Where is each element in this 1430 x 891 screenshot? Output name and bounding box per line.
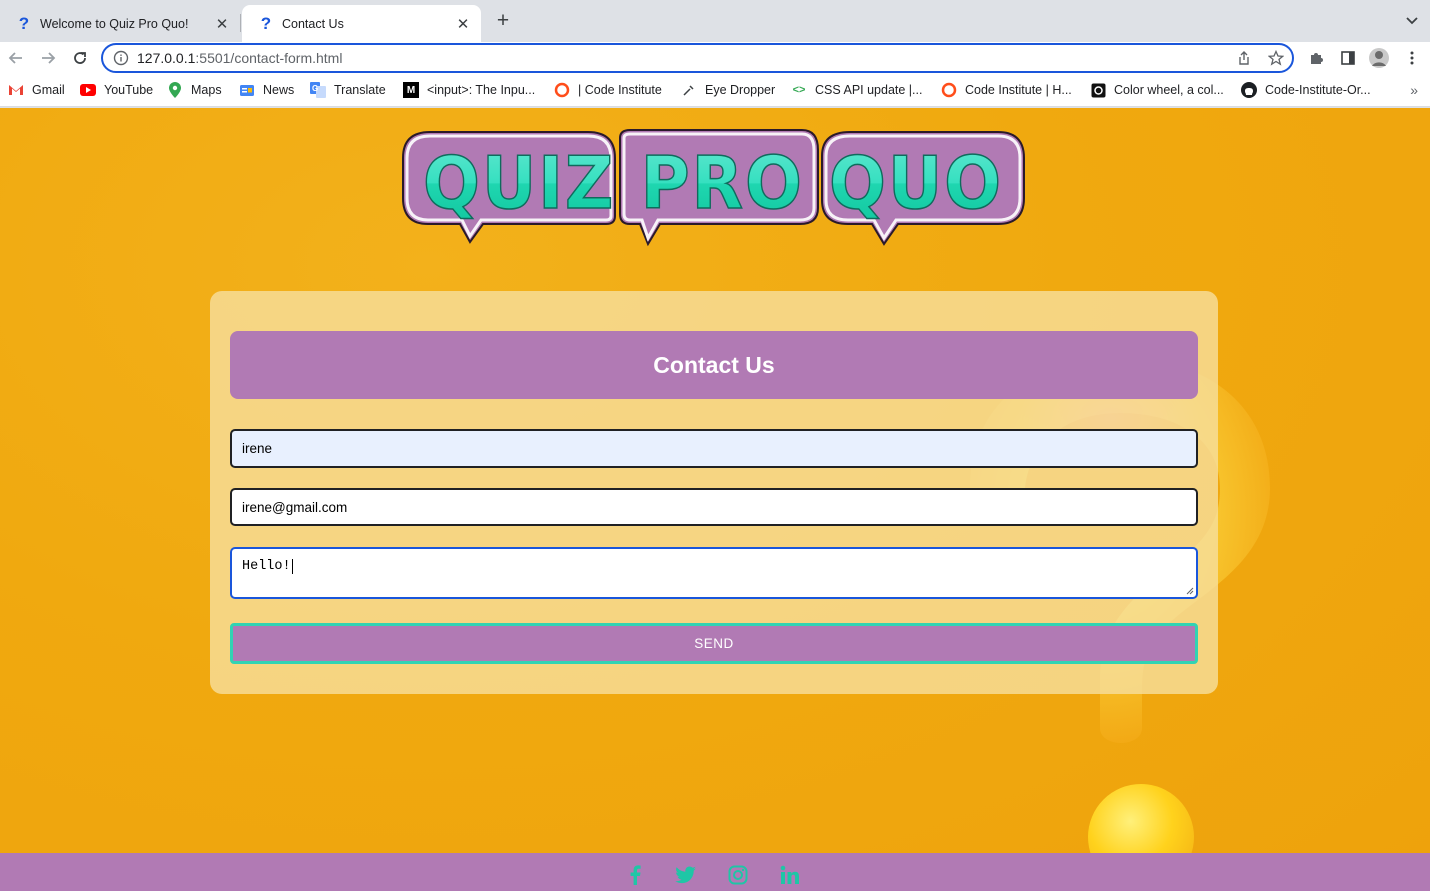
tab-welcome[interactable]: ? Welcome to Quiz Pro Quo! ✕ bbox=[0, 5, 240, 42]
send-button[interactable]: SEND bbox=[230, 623, 1198, 664]
more-bookmarks-chevron-icon[interactable]: » bbox=[1410, 82, 1418, 98]
page-title: Contact Us bbox=[653, 351, 775, 378]
question-mark-icon: ? bbox=[260, 13, 272, 33]
bookmark-label: <input>: The Inpu... bbox=[427, 83, 536, 97]
close-tab-icon[interactable]: ✕ bbox=[214, 15, 230, 33]
browser-menu-kebab-icon[interactable] bbox=[1400, 46, 1424, 70]
tab-contact-us[interactable]: ? Contact Us ✕ bbox=[242, 5, 481, 42]
bookmark-label: | Code Institute bbox=[578, 83, 662, 97]
text-caret bbox=[291, 559, 293, 574]
bookmark-label: Code Institute | H... bbox=[965, 83, 1072, 97]
bookmark-label: Translate bbox=[334, 83, 386, 97]
side-panel-icon[interactable] bbox=[1336, 46, 1360, 70]
mdn-icon: M bbox=[403, 82, 419, 98]
bookmark-color-wheel[interactable]: Color wheel, a col... bbox=[1090, 82, 1224, 98]
contact-form: Contact Us irene irene@gmail.com Hello! … bbox=[210, 291, 1218, 694]
tab-title: Contact Us bbox=[282, 16, 344, 31]
tab-title: Welcome to Quiz Pro Quo! bbox=[40, 16, 189, 31]
reload-icon[interactable] bbox=[68, 46, 92, 70]
twitter-icon[interactable] bbox=[674, 863, 698, 887]
extensions-puzzle-icon[interactable] bbox=[1304, 46, 1328, 70]
color-wheel-icon bbox=[1090, 82, 1106, 98]
bookmark-translate[interactable]: G Translate bbox=[310, 82, 386, 98]
back-arrow-icon[interactable] bbox=[4, 46, 28, 70]
translate-icon: G bbox=[310, 82, 326, 98]
bookmark-news[interactable]: News bbox=[239, 82, 294, 98]
bookmark-label: YouTube bbox=[104, 83, 154, 97]
bookmark-gmail[interactable]: Gmail bbox=[8, 82, 65, 98]
bookmark-label: Code-Institute-Or... bbox=[1265, 83, 1371, 97]
bookmark-star-icon[interactable] bbox=[1267, 49, 1285, 71]
question-mark-icon: ? bbox=[18, 13, 30, 33]
bookmark-github-code-institute[interactable]: Code-Institute-Or... bbox=[1241, 82, 1371, 98]
bookmark-label: Maps bbox=[191, 83, 222, 97]
gmail-icon bbox=[8, 82, 24, 98]
bookmark-maps[interactable]: Maps bbox=[167, 82, 222, 98]
bookmark-label: Gmail bbox=[32, 83, 65, 97]
new-tab-plus-icon[interactable]: + bbox=[492, 10, 514, 32]
bookmark-label: Eye Dropper bbox=[705, 83, 776, 97]
bookmark-label: Color wheel, a col... bbox=[1114, 83, 1224, 97]
instagram-icon[interactable] bbox=[726, 863, 750, 887]
facebook-icon[interactable] bbox=[623, 863, 647, 887]
email-input-value: irene@gmail.com bbox=[242, 499, 348, 515]
eyedropper-icon bbox=[681, 82, 697, 98]
bookmark-eye-dropper[interactable]: Eye Dropper bbox=[681, 82, 775, 98]
forward-arrow-icon[interactable] bbox=[36, 46, 60, 70]
url-text: 127.0.0.1:5501/contact-form.html bbox=[137, 50, 342, 66]
page-viewport: QUIZ PRO QUO Contact Us irene irene@gmai… bbox=[0, 108, 1430, 891]
bookmark-label: CSS API update |... bbox=[815, 83, 923, 97]
bookmark-code-institute-h[interactable]: Code Institute | H... bbox=[941, 82, 1072, 98]
youtube-icon bbox=[80, 82, 96, 98]
close-tab-icon[interactable]: ✕ bbox=[455, 15, 471, 33]
bookmark-label: News bbox=[263, 83, 295, 97]
linkedin-icon[interactable] bbox=[778, 863, 802, 887]
tab-divider bbox=[240, 14, 241, 32]
form-header: Contact Us bbox=[230, 331, 1198, 399]
bookmarks-bar: Gmail YouTube Maps News G Translate M <i… bbox=[0, 74, 1430, 107]
send-button-label: SEND bbox=[694, 636, 734, 651]
code-institute-icon bbox=[941, 82, 957, 98]
message-textarea[interactable]: Hello! bbox=[230, 547, 1198, 599]
tab-strip: ? Welcome to Quiz Pro Quo! ✕ ? Contact U… bbox=[0, 0, 1430, 42]
github-icon bbox=[1241, 82, 1257, 98]
url-host: 127.0.0.1 bbox=[137, 50, 196, 66]
code-brackets-icon: <> bbox=[792, 84, 806, 96]
site-info-icon[interactable] bbox=[113, 50, 129, 66]
name-input[interactable]: irene bbox=[230, 429, 1198, 468]
bookmark-mdn-input[interactable]: M <input>: The Inpu... bbox=[403, 82, 535, 98]
email-input[interactable]: irene@gmail.com bbox=[230, 488, 1198, 526]
maps-icon bbox=[167, 82, 183, 98]
bookmark-youtube[interactable]: YouTube bbox=[80, 82, 153, 98]
logo-text: QUIZ PRO QUO bbox=[423, 141, 1003, 225]
bookmark-css-api-update[interactable]: <> CSS API update |... bbox=[791, 82, 923, 98]
name-input-value: irene bbox=[242, 441, 273, 456]
news-icon bbox=[239, 82, 255, 98]
footer bbox=[0, 853, 1430, 891]
profile-avatar[interactable] bbox=[1367, 46, 1391, 70]
url-path: :5501/contact-form.html bbox=[195, 50, 343, 66]
tab-search-chevron-icon[interactable] bbox=[1404, 12, 1420, 28]
share-icon[interactable] bbox=[1236, 50, 1252, 71]
browser-toolbar: 127.0.0.1:5501/contact-form.html bbox=[0, 42, 1430, 74]
textarea-resize-handle-icon[interactable] bbox=[1186, 587, 1194, 595]
code-institute-icon bbox=[554, 82, 570, 98]
message-textarea-value: Hello! bbox=[242, 559, 291, 574]
bookmark-code-institute[interactable]: | Code Institute bbox=[554, 82, 662, 98]
address-bar[interactable]: 127.0.0.1:5501/contact-form.html bbox=[101, 43, 1294, 73]
quiz-pro-quo-logo: QUIZ PRO QUO bbox=[402, 129, 1025, 247]
svg-text:G: G bbox=[312, 84, 318, 93]
